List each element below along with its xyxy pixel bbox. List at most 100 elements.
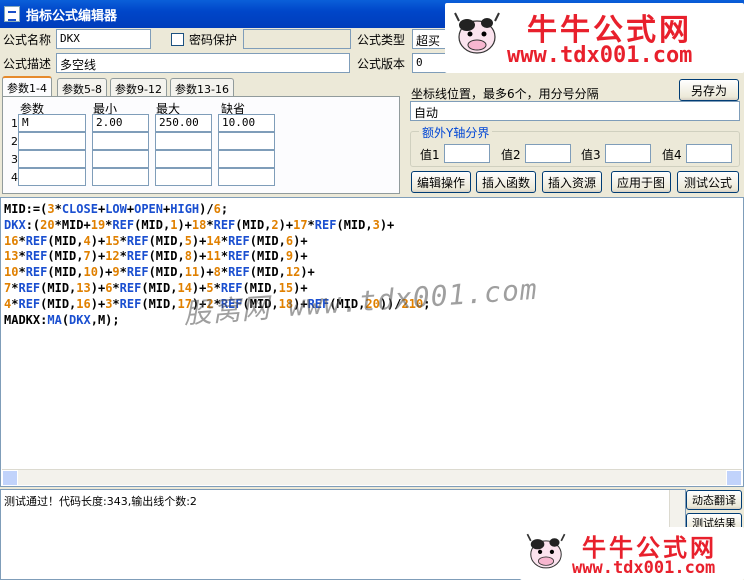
code-token: * xyxy=(206,217,214,232)
code-token: 2 xyxy=(271,217,279,232)
code-token: 3 xyxy=(372,217,380,232)
save-as-button[interactable]: 另存为 xyxy=(679,79,739,101)
apply-to-chart-button[interactable]: 应用于图 xyxy=(611,171,671,193)
param-name-cell[interactable] xyxy=(18,132,86,150)
extra-axis-title: 额外Y轴分界 xyxy=(419,124,493,141)
param-name-cell[interactable]: M xyxy=(18,114,86,132)
param-name-cell[interactable] xyxy=(18,168,86,186)
code-token: 9 xyxy=(112,265,120,280)
code-token: :( xyxy=(25,217,41,232)
code-line[interactable]: MID:=(3*CLOSE+LOW+OPEN+HIGH)/6; xyxy=(4,202,430,218)
code-line[interactable]: 16*REF(MID,4)+15*REF(MID,5)+14*REF(MID,6… xyxy=(4,234,430,250)
code-token: 16 xyxy=(4,233,19,248)
code-token: )+ xyxy=(293,249,308,264)
param-row-number: 2 xyxy=(11,135,18,148)
code-token: )+ xyxy=(97,265,113,280)
code-token: )+ xyxy=(90,296,106,311)
code-token: * xyxy=(112,296,120,311)
param-max-cell[interactable]: 250.00 xyxy=(155,114,212,132)
code-token: )+ xyxy=(300,265,315,280)
status-text: 测试通过！代码长度:343,输出线个数:2 xyxy=(4,495,197,508)
code-token: (MID, xyxy=(141,280,178,295)
scroll-right-arrow-icon[interactable] xyxy=(726,470,742,486)
insert-function-button[interactable]: 插入函数 xyxy=(476,171,536,193)
axis-field[interactable]: 自动 xyxy=(410,101,740,121)
code-token: REF xyxy=(228,265,250,280)
param-min-cell[interactable] xyxy=(92,168,149,186)
code-editor[interactable]: MID:=(3*CLOSE+LOW+OPEN+HIGH)/6; DKX:(20*M… xyxy=(0,197,744,487)
code-token: * xyxy=(119,233,127,248)
param-default-cell[interactable] xyxy=(218,132,275,150)
tab-params-5-8[interactable]: 参数5-8 xyxy=(57,78,107,96)
param-row-number: 4 xyxy=(11,171,18,184)
code-token: (MID, xyxy=(134,217,171,232)
param-max-cell[interactable] xyxy=(155,168,212,186)
param-row-number: 1 xyxy=(11,117,18,130)
code-token: )+ xyxy=(379,217,395,232)
name-field[interactable]: DKX xyxy=(56,29,151,49)
code-token: 4 xyxy=(83,233,91,248)
password-checkbox[interactable] xyxy=(171,33,184,46)
param-name-cell[interactable] xyxy=(18,150,86,168)
param-default-cell[interactable] xyxy=(218,150,275,168)
tab-params-1-4[interactable]: 参数1-4 xyxy=(2,76,52,97)
params-panel: 参数 最小 最大 缺省 1 M 2.00 250.00 10.00 2 3 4 xyxy=(2,96,400,194)
desc-field[interactable]: 多空线 xyxy=(56,53,350,73)
value2-field[interactable] xyxy=(525,144,571,163)
param-min-cell[interactable] xyxy=(92,132,149,150)
code-token: 11 xyxy=(206,249,221,264)
code-token: 12 xyxy=(285,265,301,280)
code-token: 20 xyxy=(40,217,55,232)
param-max-cell[interactable] xyxy=(155,150,212,168)
app-icon xyxy=(4,6,20,22)
password-label: 密码保护 xyxy=(189,33,238,47)
code-token: )+ xyxy=(293,233,308,248)
code-token: MA xyxy=(47,312,62,327)
window-title: 指标公式编辑器 xyxy=(26,8,118,24)
code-token: * xyxy=(119,265,127,280)
insert-resource-button[interactable]: 插入资源 xyxy=(542,171,602,193)
code-token: REF xyxy=(126,233,149,248)
value4-label: 值4 xyxy=(662,148,682,162)
code-token: 12 xyxy=(105,249,120,264)
code-token: HIGH xyxy=(170,202,200,216)
code-token: REF xyxy=(228,249,250,264)
param-row-number: 3 xyxy=(11,153,18,166)
dynamic-translate-button[interactable]: 动态翻译 xyxy=(686,490,742,510)
param-min-cell[interactable] xyxy=(92,150,149,168)
value4-field[interactable] xyxy=(686,144,732,163)
tab-params-13-16[interactable]: 参数13-16 xyxy=(170,78,234,96)
password-field[interactable] xyxy=(243,29,351,49)
param-default-cell[interactable] xyxy=(218,168,275,186)
value3-field[interactable] xyxy=(605,144,651,163)
code-token: (MID, xyxy=(47,249,84,264)
code-token: REF xyxy=(25,233,48,248)
tab-params-9-12[interactable]: 参数9-12 xyxy=(110,78,167,96)
code-token: (MID, xyxy=(47,233,84,248)
extra-axis-group: 额外Y轴分界 值1 值2 值3 值4 xyxy=(410,124,740,167)
code-line[interactable]: DKX:(20*MID+19*REF(MID,1)+18*REF(MID,2)+… xyxy=(4,218,430,234)
code-token: * xyxy=(54,202,62,216)
code-token: )/ xyxy=(199,202,214,216)
code-token: (MID, xyxy=(148,265,185,280)
code-token: REF xyxy=(314,217,337,232)
code-line[interactable]: 13*REF(MID,7)+12*REF(MID,8)+11*REF(MID,9… xyxy=(4,249,430,265)
code-token: (MID, xyxy=(47,265,84,280)
code-token: MADKX: xyxy=(4,312,48,327)
code-token: 15 xyxy=(105,233,120,248)
code-token: 13 xyxy=(4,249,19,264)
code-token: 6 xyxy=(213,202,221,216)
code-token: )+ xyxy=(177,217,192,232)
param-default-cell[interactable]: 10.00 xyxy=(218,114,275,132)
edit-operation-button[interactable]: 编辑操作 xyxy=(411,171,471,193)
code-token: 18 xyxy=(191,217,207,232)
param-max-cell[interactable] xyxy=(155,132,212,150)
value1-field[interactable] xyxy=(444,144,490,163)
code-token: REF xyxy=(228,233,250,248)
horizontal-scrollbar[interactable] xyxy=(2,469,742,486)
code-token: REF xyxy=(119,280,142,295)
test-formula-button[interactable]: 测试公式 xyxy=(677,171,739,193)
param-min-cell[interactable]: 2.00 xyxy=(92,114,149,132)
code-token: * xyxy=(307,217,315,232)
scroll-left-arrow-icon[interactable] xyxy=(2,470,18,486)
